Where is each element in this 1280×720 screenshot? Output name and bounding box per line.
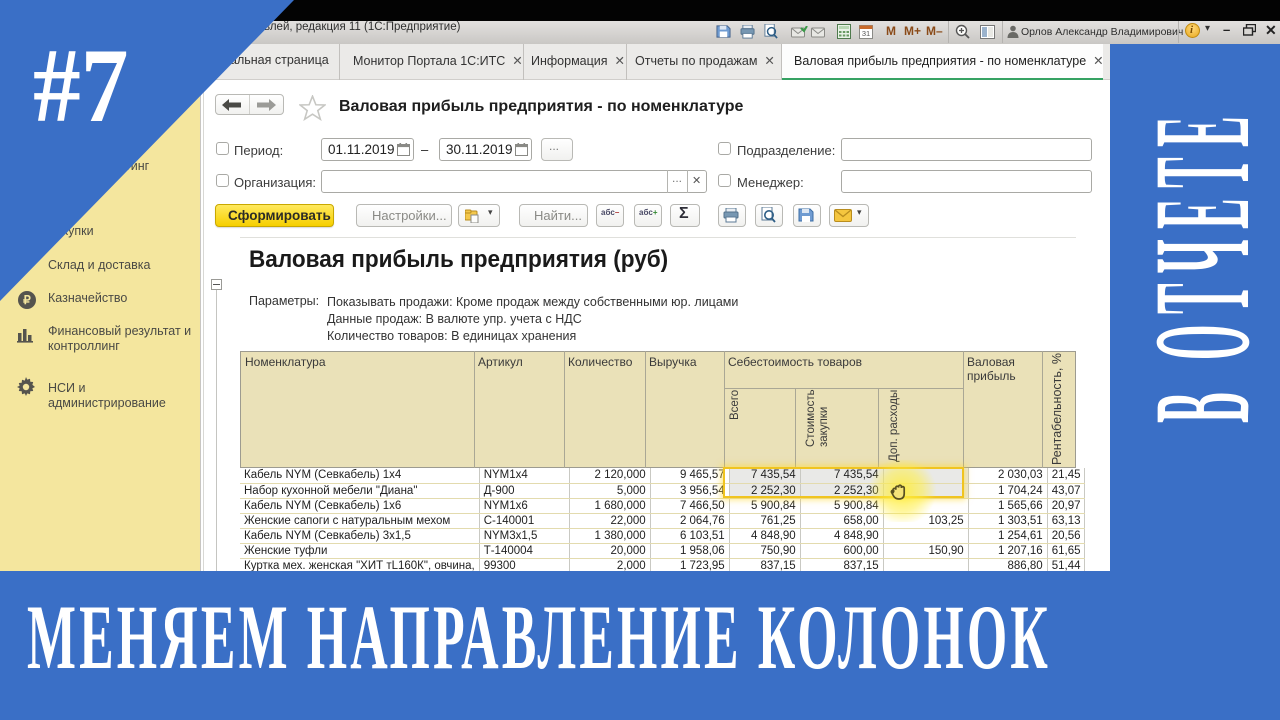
svg-text:31: 31 — [862, 29, 870, 38]
